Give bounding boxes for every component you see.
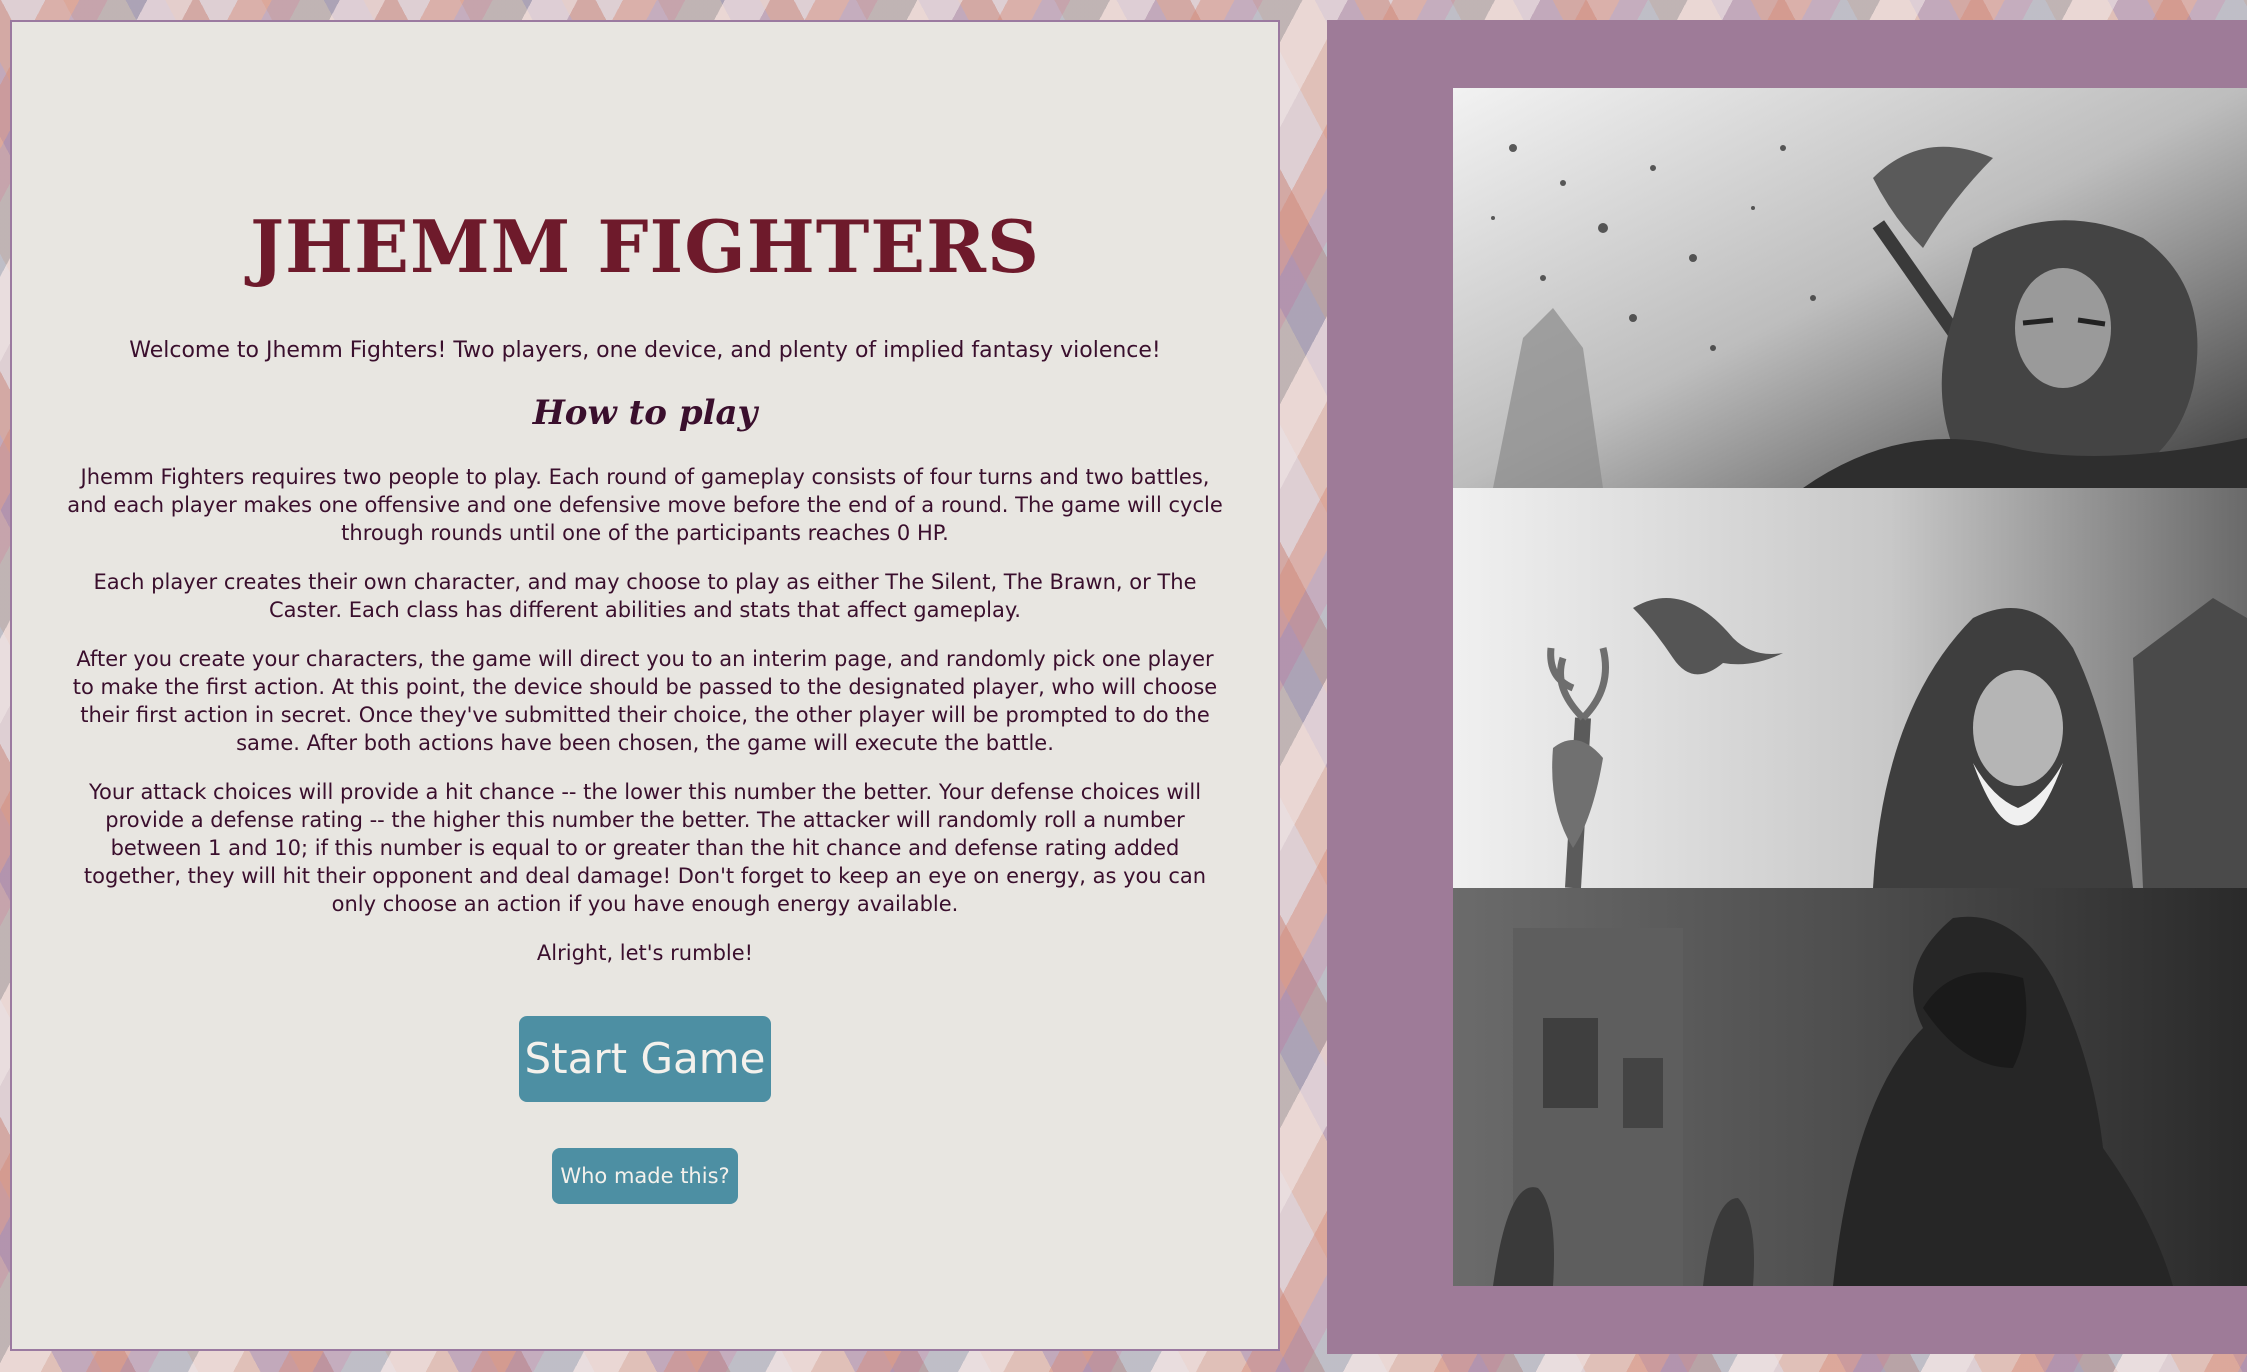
welcome-text: Welcome to Jhemm Fighters! Two players, …	[129, 338, 1161, 363]
start-game-button[interactable]: Start Game	[519, 1016, 771, 1102]
credits-button[interactable]: Who made this?	[552, 1148, 738, 1204]
rules-paragraph: Jhemm Fighters requires two people to pl…	[67, 465, 1223, 545]
how-to-play-heading: How to play	[532, 393, 758, 433]
page-title: JHEMM FIGHTERS	[249, 204, 1041, 289]
character-artwork	[1453, 88, 2247, 1286]
warrior-portrait	[1453, 88, 2247, 488]
artwork-panel	[1327, 20, 2247, 1354]
rules-paragraph: Your attack choices will provide a hit c…	[83, 780, 1207, 916]
rules-paragraph: After you create your characters, the ga…	[72, 647, 1218, 755]
rules-paragraph: Each player creates their own character,…	[93, 570, 1197, 622]
mage-portrait	[1453, 488, 2247, 889]
intro-panel: JHEMM FIGHTERS Welcome to Jhemm Fighters…	[10, 20, 1280, 1351]
rogue-portrait	[1453, 888, 2247, 1286]
closing-line: Alright, let's rumble!	[536, 941, 754, 965]
